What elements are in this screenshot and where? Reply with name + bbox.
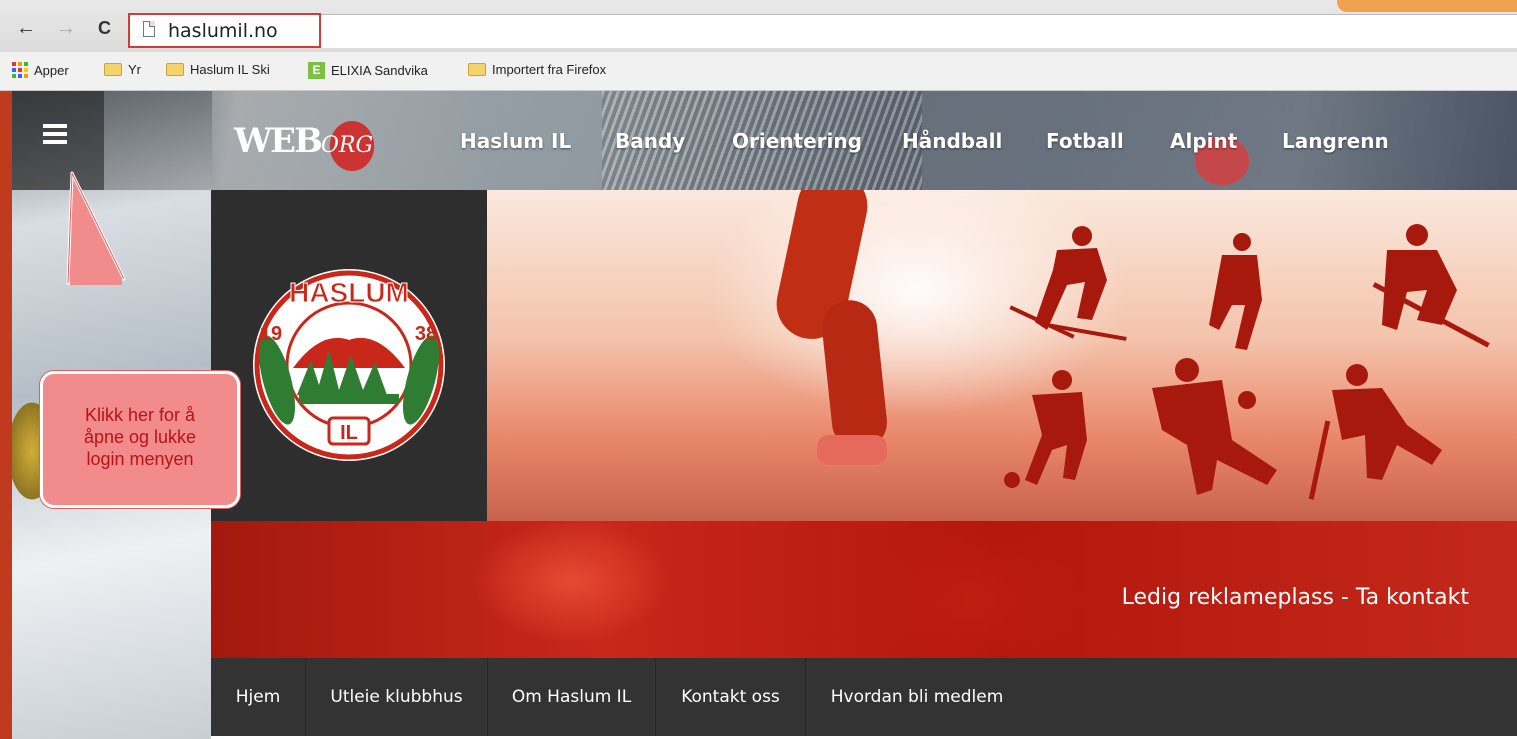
bookmarks-bar: Apper Yr Haslum IL Ski E ELIXIA Sandvika…: [0, 52, 1517, 91]
runner-leg: [819, 297, 890, 453]
sports-nav-haslum-il[interactable]: Haslum IL: [460, 129, 571, 153]
bookmark-apper[interactable]: Apper: [12, 62, 69, 78]
bookmark-haslum-il-ski[interactable]: Haslum IL Ski: [166, 62, 270, 77]
bookmark-label: ELIXIA Sandvika: [331, 63, 428, 78]
main-nav-hjem[interactable]: Hjem: [211, 658, 306, 736]
main-nav-kontakt-oss[interactable]: Kontakt oss: [656, 658, 806, 736]
club-logo-year-right: 38: [415, 323, 437, 345]
ad-banner-text[interactable]: Ledig reklameplass - Ta kontakt: [1122, 585, 1469, 610]
main-nav-hvordan-bli-medlem[interactable]: Hvordan bli medlem: [806, 658, 1028, 736]
runner-shoe: [817, 435, 887, 465]
callout-line-1: Klikk her for å: [84, 405, 196, 425]
page-icon: [143, 21, 155, 37]
sports-nav-langrenn[interactable]: Langrenn: [1282, 129, 1389, 153]
sports-nav-orientering[interactable]: Orientering: [732, 129, 862, 153]
callout-joint: [70, 277, 122, 285]
bookmark-yr[interactable]: Yr: [104, 62, 141, 77]
club-logo-panel: HASLUM 19 38 IL: [211, 190, 487, 521]
ad-banner[interactable]: Ledig reklameplass - Ta kontakt: [211, 521, 1517, 658]
window-corner: [1337, 0, 1517, 12]
address-bar[interactable]: [128, 14, 1517, 48]
bookmark-label: Importert fra Firefox: [492, 62, 607, 77]
bookmark-elixia[interactable]: E ELIXIA Sandvika: [308, 62, 428, 79]
callout-line-2: åpne og lukke: [83, 427, 197, 447]
sports-nav-fotball[interactable]: Fotball: [1046, 129, 1124, 153]
hero-banner: [487, 190, 1517, 521]
weborg-logo-small: ORG: [320, 133, 374, 158]
web-page: WEBORG Haslum IL Bandy Orientering Håndb…: [12, 91, 1517, 739]
bookmark-importert[interactable]: Importert fra Firefox: [468, 62, 606, 77]
sports-nav-handball[interactable]: Håndball: [902, 129, 1002, 153]
callout-text: Klikk her for å åpne og lukke login meny…: [40, 404, 240, 470]
main-nav: Hjem Utleie klubbhus Om Haslum IL Kontak…: [211, 658, 1517, 736]
sport-silhouettes: [1004, 224, 1490, 500]
folder-icon: [468, 63, 486, 76]
folder-icon: [104, 63, 122, 76]
elixia-icon: E: [308, 62, 325, 79]
folder-icon: [166, 63, 184, 76]
url-text[interactable]: haslumil.no: [168, 20, 278, 42]
bookmark-label: Haslum IL Ski: [190, 62, 270, 77]
sports-nav-alpint[interactable]: Alpint: [1170, 129, 1237, 153]
back-arrow-icon[interactable]: ←: [16, 18, 36, 38]
main-nav-utleie-klubbhus[interactable]: Utleie klubbhus: [306, 658, 488, 736]
callout-pointer: [66, 171, 126, 285]
reload-icon[interactable]: C: [98, 18, 111, 38]
callout-line-3: login menyen: [86, 449, 194, 469]
weborg-logo[interactable]: WEBORG: [234, 121, 373, 161]
club-logo-top-text: HASLUM: [289, 277, 409, 308]
main-nav-om-haslum-il[interactable]: Om Haslum IL: [488, 658, 656, 736]
apps-grid-icon: [12, 62, 28, 78]
browser-toolbar: ← → C haslumil.no: [0, 0, 1517, 52]
bookmark-label: Yr: [128, 62, 141, 77]
bookmark-label: Apper: [34, 62, 69, 78]
club-logo[interactable]: HASLUM 19 38 IL: [211, 190, 487, 521]
sports-nav-bandy[interactable]: Bandy: [615, 129, 685, 153]
club-logo-year-left: 19: [260, 323, 282, 345]
forward-arrow-icon[interactable]: →: [56, 18, 76, 38]
club-logo-bottom-text: IL: [340, 422, 358, 444]
